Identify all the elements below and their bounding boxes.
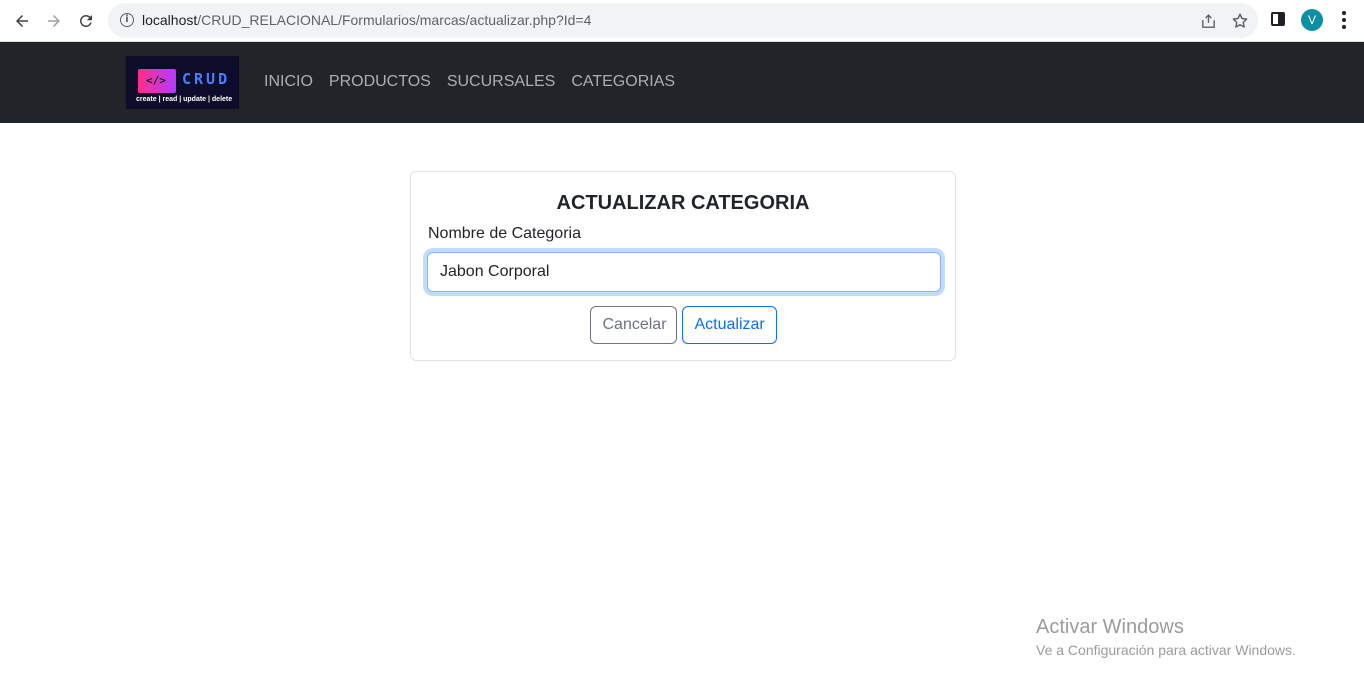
category-name-label: Nombre de Categoria — [428, 225, 581, 242]
logo-title: CRUD — [182, 70, 231, 88]
address-bar[interactable]: i localhost/CRUD_RELACIONAL/Formularios/… — [108, 3, 1258, 38]
browser-menu-icon[interactable] — [1337, 9, 1351, 31]
category-name-input[interactable] — [427, 252, 941, 292]
side-panel-icon[interactable] — [1271, 12, 1285, 26]
update-button[interactable]: Actualizar — [681, 306, 777, 344]
watermark-title: Activar Windows — [1036, 616, 1184, 638]
windows-activation-watermark: Activar Windows Ve a Configuración para … — [1036, 616, 1296, 658]
site-info-icon[interactable]: i — [120, 13, 134, 27]
logo-code-glyph: </> — [146, 74, 166, 87]
nav-link-sucursales[interactable]: SUCURSALES — [447, 73, 555, 91]
update-category-card: ACTUALIZAR CATEGORIA Nombre de Categoria… — [410, 171, 956, 361]
share-icon[interactable] — [1198, 11, 1218, 31]
forward-arrow-icon[interactable] — [41, 8, 67, 34]
reload-icon[interactable] — [73, 8, 99, 34]
crud-logo[interactable]: </> CRUD create | read | update | delete — [125, 55, 240, 110]
nav-link-categorias[interactable]: CATEGORIAS — [571, 73, 675, 91]
nav-link-productos[interactable]: PRODUCTOS — [329, 73, 431, 91]
back-arrow-icon[interactable] — [9, 8, 35, 34]
form-title: ACTUALIZAR CATEGORIA — [556, 192, 810, 214]
nav-link-inicio[interactable]: INICIO — [264, 73, 313, 91]
nav-links: INICIO PRODUCTOS SUCURSALES CATEGORIAS — [264, 73, 675, 91]
url-text[interactable]: localhost/CRUD_RELACIONAL/Formularios/ma… — [142, 12, 591, 28]
site-navbar: </> CRUD create | read | update | delete… — [0, 42, 1364, 123]
form-actions: Cancelar Actualizar — [411, 306, 955, 344]
watermark-subtitle: Ve a Configuración para activar Windows. — [1036, 642, 1296, 658]
cancel-button[interactable]: Cancelar — [589, 306, 677, 344]
browser-toolbar: i localhost/CRUD_RELACIONAL/Formularios/… — [0, 0, 1364, 42]
logo-subtitle: create | read | update | delete — [136, 96, 233, 103]
profile-avatar[interactable]: V — [1301, 9, 1323, 31]
bookmark-star-icon[interactable] — [1230, 11, 1250, 31]
